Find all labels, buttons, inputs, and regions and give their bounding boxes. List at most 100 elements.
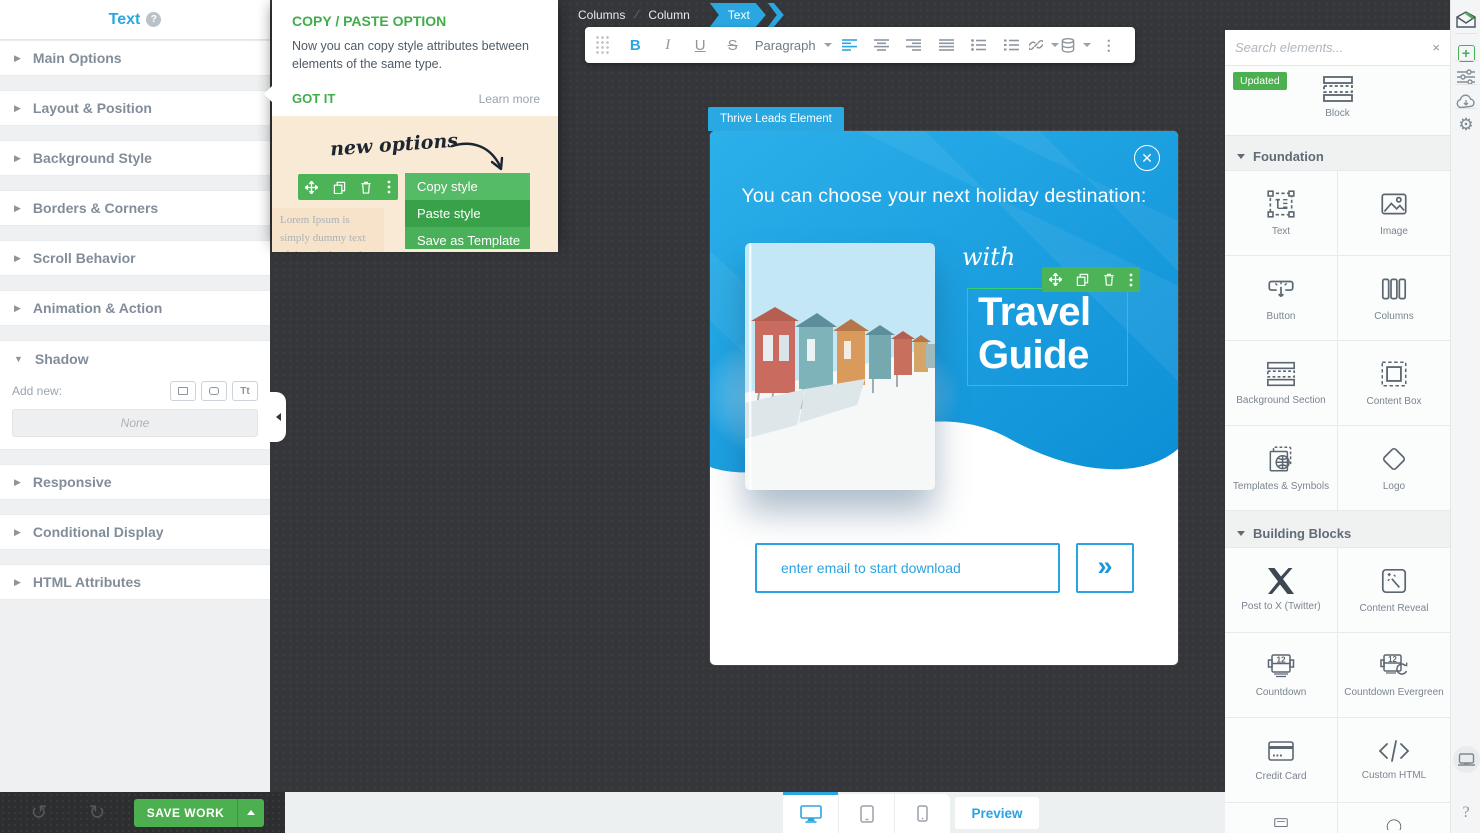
element-countdown-evergreen[interactable]: 12 Countdown Evergreen — [1338, 633, 1450, 717]
desktop-view-button[interactable] — [783, 794, 838, 833]
element-post-to-x[interactable]: Post to X (Twitter) — [1225, 548, 1337, 632]
kebab-menu-icon[interactable] — [1129, 273, 1133, 287]
close-icon[interactable]: ✕ — [1134, 145, 1160, 171]
copy-style-item[interactable]: Copy style — [405, 173, 530, 200]
accordion-conditional-display[interactable]: ▶ Conditional Display — [0, 514, 270, 550]
align-left-button[interactable] — [833, 27, 865, 63]
selected-text-element[interactable]: Travel Guide — [967, 288, 1128, 386]
element-logo[interactable]: Logo — [1338, 426, 1450, 510]
undo-icon[interactable]: ↺ — [24, 800, 54, 825]
kebab-menu-icon[interactable] — [387, 180, 391, 194]
element-credit-card[interactable]: Credit Card — [1225, 718, 1337, 802]
shadow-drop-button[interactable] — [170, 381, 196, 401]
breadcrumb-text-active[interactable]: Text — [710, 3, 766, 27]
help-icon[interactable]: ? — [146, 12, 161, 27]
element-content-box[interactable]: Content Box — [1338, 341, 1450, 425]
accordion-borders-corners[interactable]: ▶ Borders & Corners — [0, 190, 270, 226]
mobile-view-button[interactable] — [894, 794, 950, 833]
element-templates-symbols[interactable]: Templates & Symbols — [1225, 426, 1337, 510]
sidebar-collapse-handle[interactable] — [270, 392, 286, 442]
accordion-background-style[interactable]: ▶ Background Style — [0, 140, 270, 176]
accordion-layout-position[interactable]: ▶ Layout & Position — [0, 90, 270, 126]
block-element[interactable]: Updated Block — [1225, 66, 1450, 136]
element-text[interactable]: Text — [1225, 171, 1337, 255]
accordion-responsive[interactable]: ▶ Responsive — [0, 464, 270, 500]
tablet-view-button[interactable] — [838, 794, 894, 833]
shadow-value-input[interactable] — [12, 409, 258, 437]
drag-handle-icon[interactable] — [595, 35, 609, 55]
accordion-animation-action[interactable]: ▶ Animation & Action — [0, 290, 270, 326]
shadow-text-button[interactable]: Tt — [232, 381, 258, 401]
underline-button[interactable]: U — [684, 27, 716, 63]
help-question-icon[interactable]: ? — [1451, 800, 1480, 826]
element-custom-html[interactable]: Custom HTML — [1338, 718, 1450, 802]
breadcrumb-column[interactable]: Column — [638, 8, 699, 22]
accordion-shadow-header[interactable]: ▼ Shadow — [0, 341, 270, 377]
paragraph-style-dropdown[interactable]: Paragraph — [749, 27, 833, 63]
got-it-button[interactable]: GOT IT — [292, 91, 335, 106]
search-input[interactable] — [1235, 40, 1432, 55]
tooltip-body: Now you can copy style attributes betwee… — [292, 37, 540, 73]
save-work-button[interactable]: SAVE WORK — [134, 799, 264, 827]
element-partial-left[interactable] — [1225, 803, 1337, 833]
element-content-reveal[interactable]: Content Reveal — [1338, 548, 1450, 632]
trash-icon[interactable] — [1103, 273, 1115, 286]
settings-sliders-icon[interactable] — [1451, 64, 1480, 90]
numbered-list-button[interactable] — [995, 27, 1027, 63]
content-box-icon — [1378, 358, 1410, 390]
learn-more-link[interactable]: Learn more — [479, 92, 540, 106]
add-element-icon[interactable]: + — [1451, 40, 1480, 66]
align-right-button[interactable] — [898, 27, 930, 63]
email-field[interactable] — [755, 543, 1060, 593]
thrive-leads-element-tab[interactable]: Thrive Leads Element — [708, 107, 844, 131]
element-columns[interactable]: Columns — [1338, 256, 1450, 340]
breadcrumb-columns[interactable]: Columns — [568, 8, 635, 22]
credit-card-icon — [1265, 737, 1297, 765]
link-dropdown[interactable] — [1028, 27, 1060, 63]
svg-text:12: 12 — [1388, 655, 1397, 664]
accordion-scroll-behavior[interactable]: ▶ Scroll Behavior — [0, 240, 270, 276]
chevron-right-icon: ▶ — [14, 153, 21, 164]
bold-button[interactable]: B — [619, 27, 651, 63]
elements-panel: × Updated Block Foundation Text Image Bu… — [1225, 30, 1450, 833]
more-options-icon[interactable]: ⋮ — [1093, 27, 1125, 63]
element-countdown[interactable]: 12 Countdown — [1225, 633, 1337, 717]
clear-search-icon[interactable]: × — [1432, 40, 1440, 55]
strikethrough-button[interactable]: S — [716, 27, 748, 63]
chevron-down-icon — [1237, 531, 1245, 536]
svg-text:12: 12 — [1276, 655, 1286, 664]
element-background-section[interactable]: Background Section — [1225, 341, 1337, 425]
element-partial-right[interactable] — [1338, 803, 1450, 833]
bullet-list-button[interactable] — [963, 27, 995, 63]
element-mini-toolbar — [298, 174, 398, 200]
accordion-html-attributes[interactable]: ▶ HTML Attributes — [0, 564, 270, 600]
align-justify-button[interactable] — [930, 27, 962, 63]
save-options-caret[interactable] — [238, 810, 264, 815]
duplicate-icon[interactable] — [333, 181, 346, 194]
align-center-button[interactable] — [865, 27, 897, 63]
shadow-inset-button[interactable] — [201, 381, 227, 401]
accordion-main-options[interactable]: ▶ Main Options — [0, 40, 270, 76]
tutorials-icon[interactable] — [1451, 746, 1480, 772]
element-button[interactable]: Button — [1225, 256, 1337, 340]
move-icon[interactable] — [1049, 273, 1062, 286]
foundation-section-header[interactable]: Foundation — [1225, 142, 1450, 170]
style-context-menu: Copy style Paste style Save as Template — [405, 173, 530, 249]
dynamic-data-dropdown[interactable] — [1060, 27, 1092, 63]
save-as-template-item[interactable]: Save as Template — [405, 227, 530, 249]
thrive-leads-icon[interactable] — [1451, 6, 1480, 32]
gear-icon[interactable]: ⚙ — [1451, 112, 1480, 138]
redo-icon[interactable]: ↻ — [82, 800, 112, 825]
trash-icon[interactable] — [360, 181, 372, 194]
duplicate-icon[interactable] — [1076, 273, 1089, 286]
move-icon[interactable] — [305, 181, 318, 194]
cloud-save-icon[interactable] — [1451, 88, 1480, 114]
element-image[interactable]: Image — [1338, 171, 1450, 255]
paste-style-item[interactable]: Paste style — [405, 200, 530, 227]
preview-button[interactable]: Preview — [955, 797, 1039, 829]
button-element-icon — [1265, 273, 1297, 305]
building-blocks-section-header[interactable]: Building Blocks — [1225, 519, 1450, 547]
submit-button[interactable]: » — [1076, 543, 1134, 593]
travel-guide-book-image[interactable] — [745, 243, 935, 490]
italic-button[interactable]: I — [651, 27, 683, 63]
